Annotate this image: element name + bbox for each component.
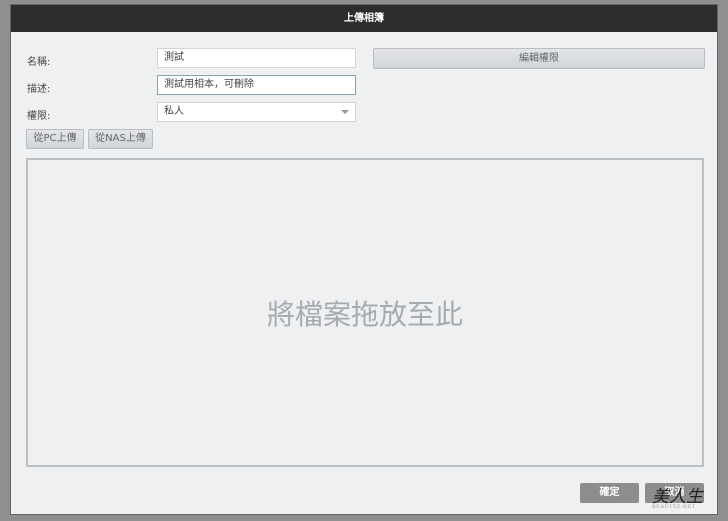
description-input[interactable]: 測試用相本，可刪除 [157, 75, 356, 95]
upload-album-dialog: 上傳相簿 名稱: 測試 描述: 測試用相本，可刪除 權限: 私人 編輯權限 從P… [10, 4, 718, 515]
name-label: 名稱: [27, 57, 51, 68]
watermark-sub: BEAUTYZ.NET [652, 504, 696, 510]
dialog-title: 上傳相簿 [11, 5, 717, 32]
edit-permission-button[interactable]: 編輯權限 [373, 48, 705, 69]
upload-from-nas-button[interactable]: 從NAS上傳 [88, 129, 153, 149]
description-label: 描述: [27, 84, 51, 95]
chevron-down-icon [341, 110, 349, 114]
permission-select[interactable]: 私人 [157, 102, 356, 122]
watermark-logo: 美人生 BEAUTYZ.NET [652, 482, 703, 510]
upload-from-pc-button[interactable]: 從PC上傳 [26, 129, 84, 149]
name-input[interactable]: 測試 [157, 48, 356, 68]
drop-zone[interactable]: 將檔案拖放至此 [26, 158, 704, 467]
drop-zone-text: 將檔案拖放至此 [266, 297, 463, 331]
ok-button[interactable]: 確定 [580, 483, 639, 503]
permission-label: 權限: [27, 111, 51, 122]
permission-value: 私人 [164, 106, 184, 117]
